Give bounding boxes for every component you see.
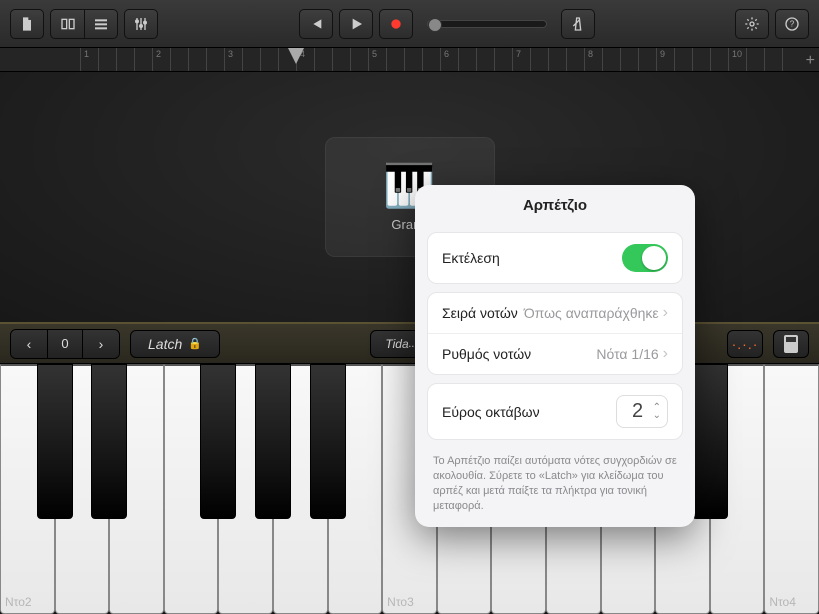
document-button[interactable]: [10, 9, 44, 39]
timeline-ruler[interactable]: +: [0, 48, 819, 72]
popover-footer-text: Το Αρπέτζιο παίζει αυτόματα νότες συγχορ…: [415, 448, 695, 515]
key-label: Ντο3: [387, 595, 414, 609]
black-key[interactable]: [37, 364, 73, 519]
arpeggiator-button[interactable]: ·.·.·: [727, 330, 763, 358]
octave-value: 0: [47, 330, 83, 358]
settings-button[interactable]: [735, 9, 769, 39]
note-order-label: Σειρά νοτών: [442, 305, 518, 321]
add-track-button[interactable]: +: [806, 52, 815, 70]
help-button[interactable]: ?: [775, 9, 809, 39]
rewind-button[interactable]: [299, 9, 333, 39]
white-key[interactable]: Ντο4: [764, 364, 819, 614]
popover-title: Αρπέτζιο: [415, 195, 695, 224]
arpeggiator-icon: ·.·.·: [732, 336, 759, 352]
play-button[interactable]: [339, 9, 373, 39]
black-key[interactable]: [692, 364, 728, 519]
arpeggiator-popover: Αρπέτζιο Εκτέλεση Σειρά νοτών Όπως αναπα…: [415, 185, 695, 527]
top-toolbar: ?: [0, 0, 819, 48]
note-order-row[interactable]: Σειρά νοτών Όπως αναπαράχθηκε›: [428, 293, 682, 334]
mixer-button[interactable]: [124, 9, 158, 39]
metronome-button[interactable]: [561, 9, 595, 39]
instrument-stage: 🎹 Grand: [0, 72, 819, 322]
octave-range-label: Εύρος οκτάβων: [442, 404, 540, 420]
note-rate-row[interactable]: Ρυθμός νοτών Νότα 1/16 ›: [428, 334, 682, 374]
keyboard-layout-button[interactable]: [773, 330, 809, 358]
black-key[interactable]: [91, 364, 127, 519]
piano-keyboard: Ντο2 Ντο3 Ντο4: [0, 364, 819, 614]
key-label: Ντο2: [5, 595, 32, 609]
note-rate-label: Ρυθμός νοτών: [442, 346, 531, 362]
record-button[interactable]: [379, 9, 413, 39]
octave-down-button[interactable]: ‹: [11, 330, 47, 358]
latch-button[interactable]: Latch 🔒: [130, 330, 220, 358]
chevron-right-icon: ›: [663, 304, 668, 322]
note-rate-value: Νότα 1/16: [596, 346, 658, 362]
octave-selector: ‹ 0 ›: [10, 329, 120, 359]
browser-button[interactable]: [50, 9, 84, 39]
latch-label: Latch: [148, 336, 182, 352]
tracks-button[interactable]: [84, 9, 118, 39]
svg-text:?: ?: [790, 19, 795, 28]
note-order-value: Όπως αναπαράχθηκε: [524, 305, 659, 321]
position-knob[interactable]: [428, 18, 442, 32]
octave-up-button[interactable]: ›: [83, 330, 119, 358]
octave-range-stepper[interactable]: 2 ⌃⌄: [616, 395, 668, 428]
lock-icon: 🔒: [188, 337, 202, 350]
octave-range-value: 2: [629, 400, 647, 423]
run-toggle[interactable]: [622, 244, 668, 272]
black-key[interactable]: [200, 364, 236, 519]
song-position-bar[interactable]: [427, 20, 547, 28]
black-key[interactable]: [255, 364, 291, 519]
chevron-right-icon: ›: [663, 345, 668, 363]
run-label: Εκτέλεση: [442, 250, 500, 266]
stepper-down-icon[interactable]: ⌄: [653, 412, 661, 420]
black-key[interactable]: [310, 364, 346, 519]
key-label: Ντο4: [769, 595, 796, 609]
